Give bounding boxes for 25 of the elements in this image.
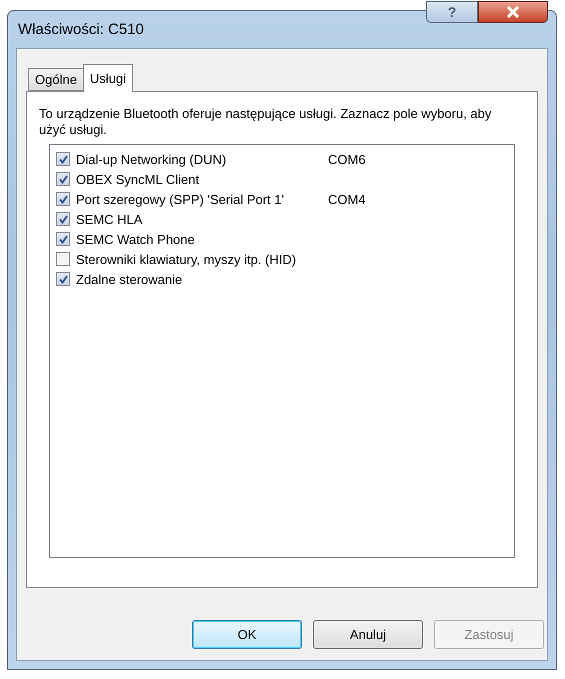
close-button[interactable] (478, 1, 548, 23)
help-button[interactable]: ? (426, 1, 478, 23)
window-title: Właściwości: C510 (17, 21, 144, 38)
service-name: OBEX SyncML Client (76, 172, 200, 186)
checkbox[interactable] (56, 152, 70, 166)
port-label: COM6 (328, 152, 366, 166)
service-name: Sterowniki klawiatury, myszy itp. (HID) (76, 252, 298, 266)
checkbox[interactable] (56, 212, 70, 226)
tab[interactable]: Usługi (82, 64, 134, 92)
service-name: SEMC Watch Phone (76, 232, 196, 246)
checkbox[interactable] (56, 172, 70, 186)
checkbox[interactable] (56, 192, 70, 206)
dialog-button[interactable]: Anuluj (313, 620, 423, 649)
description-text: To urządzenie Bluetooth oferuje następujące usługi. Zaznacz pole wyboru, aby użyć usługi. (39, 106, 492, 138)
service-name: Dial-up Networking (DUN) (76, 152, 228, 166)
service-name: SEMC HLA (76, 212, 144, 226)
dialog-button[interactable]: OK (192, 620, 302, 649)
checkbox[interactable] (56, 232, 70, 246)
checkbox[interactable] (56, 252, 70, 266)
service-name: Port szeregowy (SPP) 'Serial Port 1' (76, 192, 285, 206)
close-icon (506, 6, 520, 18)
service-name: Zdalne sterowanie (76, 272, 184, 286)
checkbox[interactable] (56, 272, 70, 286)
port-label: COM4 (328, 192, 366, 206)
tab[interactable]: Ogólne (28, 68, 84, 91)
